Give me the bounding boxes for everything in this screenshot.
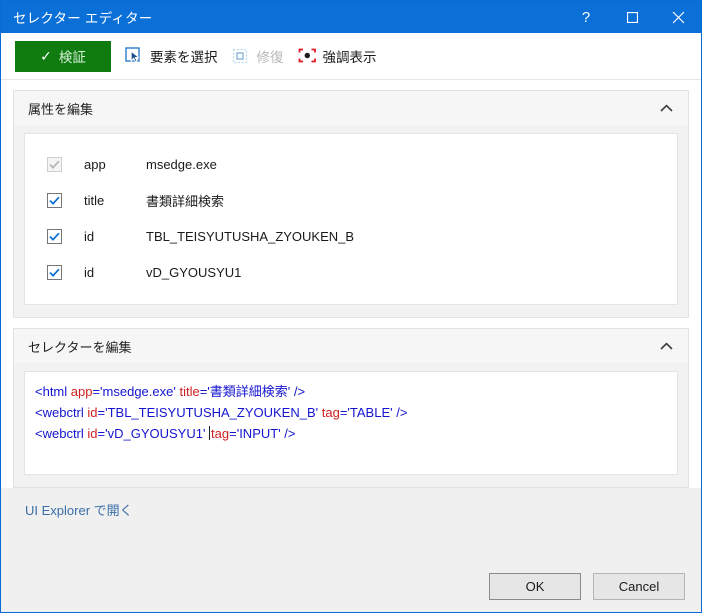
highlight-label: 強調表示 [322, 50, 377, 65]
selector-code-line: <webctrl id='TBL_TEISYUTUSHA_ZYOUKEN_B' … [35, 402, 667, 423]
open-ui-explorer-link[interactable]: UI Explorer で開く [25, 500, 133, 519]
table-row: id TBL_TEISYUTUSHA_ZYOUKEN_B [25, 218, 677, 254]
footer-button-group: OK Cancel [489, 573, 685, 600]
code-token-tag: <html [35, 384, 71, 399]
selector-panel: セレクターを編集 <html app='msedge.exe' title='書… [13, 328, 689, 488]
selector-code-line: <webctrl id='vD_GYOUSYU1' tag='INPUT' /> [35, 423, 667, 444]
highlight-icon [298, 47, 317, 66]
maximize-button[interactable] [609, 1, 655, 33]
attributes-panel-header[interactable]: 属性を編集 [14, 91, 688, 125]
attribute-list: app msedge.exe title 書類詳細検索 id TBL_TEISY… [24, 133, 678, 305]
text-caret [209, 426, 211, 440]
help-icon: ? [581, 8, 591, 26]
attribute-name: app [84, 156, 106, 172]
selector-code-editor[interactable]: <html app='msedge.exe' title='書類詳細検索' />… [24, 371, 678, 475]
selector-panel-title: セレクターを編集 [28, 339, 132, 355]
cancel-button[interactable]: Cancel [593, 573, 685, 600]
code-token-val: ='vD_GYOUSYU1' [97, 426, 210, 441]
select-element-button[interactable]: 要素を選択 [125, 46, 218, 66]
attributes-panel: 属性を編集 app msedge.exe title 書類詳細検索 id TBL… [13, 90, 689, 318]
repair-label: 修復 [256, 50, 284, 65]
attribute-value: TBL_TEISYUTUSHA_ZYOUKEN_B [146, 228, 355, 244]
chevron-up-icon[interactable] [658, 100, 674, 116]
attribute-value: msedge.exe [146, 156, 217, 172]
attribute-checkbox[interactable] [47, 156, 62, 172]
chevron-up-icon[interactable] [658, 338, 674, 354]
maximize-icon [626, 11, 638, 23]
code-token-attr: id [87, 405, 98, 420]
code-token-attr: id [87, 426, 98, 441]
title-bar: セレクター エディター ? [1, 1, 701, 33]
attribute-checkbox[interactable] [47, 192, 62, 208]
table-row: title 書類詳細検索 [25, 182, 677, 218]
table-row: app msedge.exe [25, 146, 677, 182]
window-title: セレクター エディター [13, 11, 153, 26]
code-token-val: ='TBL_TEISYUTUSHA_ZYOUKEN_B' [97, 405, 322, 420]
help-button[interactable]: ? [563, 1, 609, 33]
attributes-panel-title: 属性を編集 [28, 101, 94, 117]
attribute-name: title [84, 192, 105, 208]
validate-button-label: 検証 [58, 50, 86, 65]
ok-button[interactable]: OK [489, 573, 581, 600]
code-token-attr: app [70, 384, 93, 399]
highlight-button[interactable]: 強調表示 [298, 46, 377, 66]
code-token-tag: <webctrl [35, 405, 88, 420]
attributes-panel-body: app msedge.exe title 書類詳細検索 id TBL_TEISY… [14, 125, 688, 317]
code-token-val: ='書類詳細検索' /> [199, 384, 306, 399]
attribute-name: id [84, 228, 95, 244]
code-token-tag: <webctrl [35, 426, 88, 441]
repair-icon [232, 47, 251, 66]
attribute-checkbox[interactable] [47, 264, 62, 280]
attribute-checkbox[interactable] [47, 228, 62, 244]
check-icon: ✓ [40, 48, 52, 64]
code-token-val: ='TABLE' /> [339, 405, 408, 420]
selector-panel-body: <html app='msedge.exe' title='書類詳細検索' />… [14, 363, 688, 487]
repair-button[interactable]: 修復 [232, 46, 284, 66]
selector-code-line: <html app='msedge.exe' title='書類詳細検索' /> [35, 381, 667, 402]
attribute-value: 書類詳細検索 [146, 193, 225, 209]
dialog-content: ✓ 検証 要素を選択 修復 強調表示 属性を編集 app msedge.exe … [1, 33, 701, 612]
selector-panel-header[interactable]: セレクターを編集 [14, 329, 688, 363]
code-token-attr: tag [211, 426, 230, 441]
table-row: id vD_GYOUSYU1 [25, 254, 677, 290]
validate-button[interactable]: ✓ 検証 [15, 40, 111, 72]
attribute-value: vD_GYOUSYU1 [146, 264, 242, 280]
dialog-footer: UI Explorer で開く OK Cancel [1, 488, 701, 612]
code-token-attr: title [179, 384, 200, 399]
attribute-name: id [84, 264, 95, 280]
close-button[interactable] [655, 1, 701, 33]
select-element-icon [125, 46, 144, 66]
select-element-label: 要素を選択 [150, 50, 218, 65]
code-token-val: ='INPUT' /> [229, 426, 296, 441]
close-icon [672, 11, 684, 23]
code-token-val: ='msedge.exe' [92, 384, 180, 399]
toolbar: ✓ 検証 要素を選択 修復 強調表示 [1, 33, 701, 80]
selector-editor-window: セレクター エディター ? ✓ 検証 要素を選択 修復 強調表示 属性を編集 a… [0, 0, 702, 613]
code-token-attr: tag [321, 405, 340, 420]
